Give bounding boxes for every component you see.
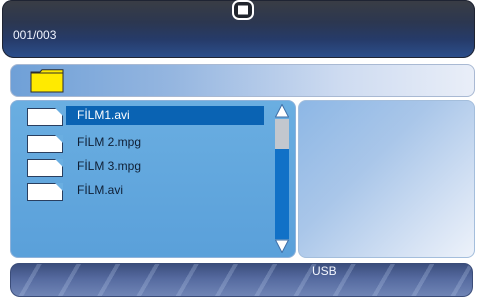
file-name: FİLM 3.mpg — [77, 159, 142, 173]
scroll-down-icon[interactable] — [275, 239, 289, 253]
file-icon — [27, 183, 63, 201]
source-label[interactable]: USB — [312, 264, 337, 278]
file-name: FİLM 2.mpg — [77, 135, 142, 149]
bottom-bar: USB — [10, 263, 473, 297]
file-row-1[interactable]: FİLM1.avi — [23, 105, 268, 127]
scroll-up-icon[interactable] — [275, 104, 289, 118]
folder-icon[interactable] — [30, 69, 64, 93]
file-row-4[interactable]: FİLM.avi — [23, 180, 268, 202]
preview-panel — [298, 100, 475, 258]
file-name: FİLM.avi — [77, 183, 124, 197]
file-row-2[interactable]: FİLM 2.mpg — [23, 132, 268, 154]
file-list-panel: FİLM1.avi FİLM 2.mpg FİLM 3.mpg FİLM.avi — [10, 100, 296, 258]
file-row-3[interactable]: FİLM 3.mpg — [23, 156, 268, 178]
page-counter: 001/003 — [13, 28, 57, 42]
file-icon — [27, 135, 63, 153]
stop-icon[interactable] — [231, 0, 255, 20]
top-bar: 001/003 — [2, 0, 475, 58]
file-name: FİLM1.avi — [66, 106, 264, 125]
file-icon — [27, 108, 63, 126]
path-bar — [10, 64, 475, 97]
file-icon — [27, 159, 63, 177]
scrollbar-thumb[interactable] — [275, 119, 289, 149]
